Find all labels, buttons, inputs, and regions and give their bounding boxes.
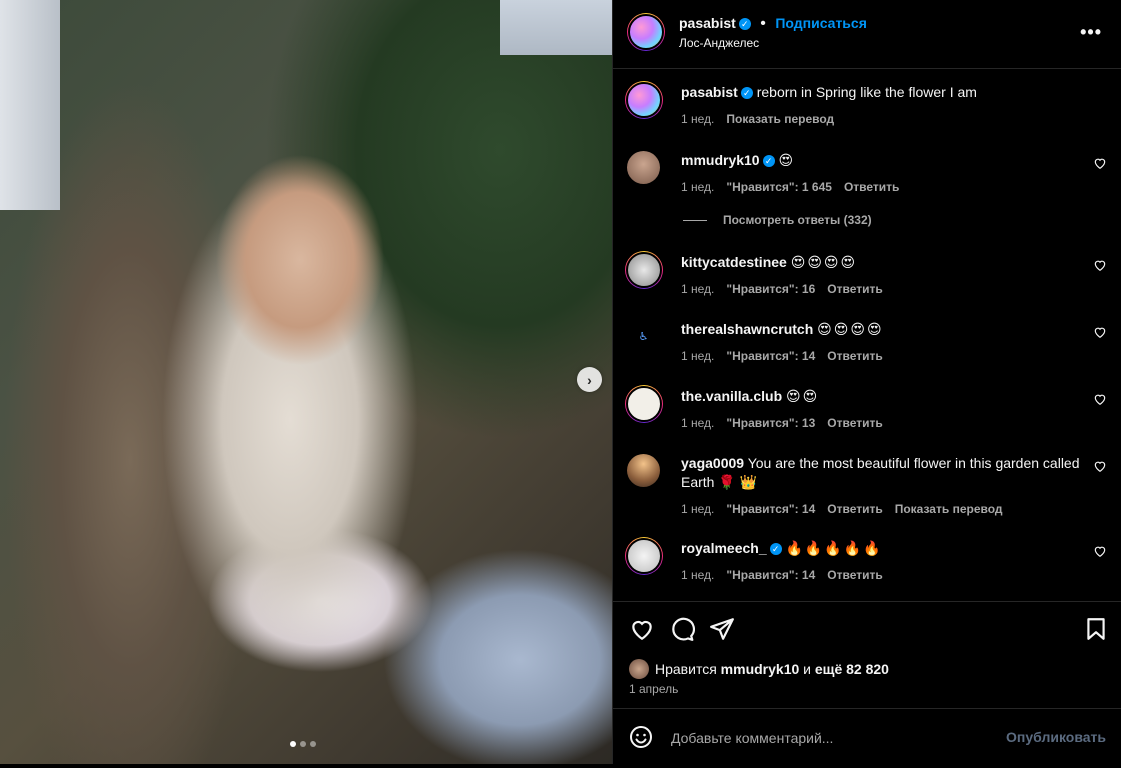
commenter-avatar[interactable] (627, 151, 660, 184)
likes-prefix: Нравится (655, 661, 717, 677)
likes-user[interactable]: mmudryk10 (721, 661, 800, 677)
comment-time[interactable]: 1 нед. (681, 180, 714, 194)
likes-count[interactable]: ещё 82 820 (815, 661, 889, 677)
reply-button[interactable]: Ответить (827, 282, 882, 296)
verified-badge-icon: ✓ (769, 543, 782, 556)
chevron-right-icon: › (587, 371, 592, 388)
separator-dot: • (760, 15, 766, 32)
post-panel: pasabist ✓ • Подписаться Лос-Анджелес •••… (612, 0, 1121, 764)
comment-username[interactable]: therealshawncrutch (681, 321, 813, 337)
more-options-icon[interactable]: ••• (1080, 22, 1102, 43)
reply-button[interactable]: Ответить (844, 180, 899, 194)
comment-username[interactable]: royalmeech_ (681, 540, 767, 556)
likes-summary[interactable]: Нравится mmudryk10 и ещё 82 820 (629, 659, 889, 679)
publish-button[interactable]: Опубликовать (1006, 729, 1106, 745)
caption-username[interactable]: pasabist (681, 84, 738, 100)
comment-time[interactable]: 1 нед. (681, 416, 714, 430)
view-replies-button[interactable]: Посмотреть ответы (332) (683, 213, 872, 227)
photo-sky (500, 0, 612, 55)
post-header: pasabist ✓ • Подписаться Лос-Анджелес ••• (613, 0, 1121, 69)
comment-username[interactable]: the.vanilla.club (681, 388, 782, 404)
comment-likes[interactable]: "Нравится": 14 (726, 568, 815, 582)
emoji-icon[interactable] (629, 725, 653, 749)
verified-badge-icon: ✓ (740, 87, 753, 100)
commenter-avatar[interactable] (625, 537, 663, 575)
follow-button[interactable]: Подписаться (775, 15, 867, 31)
comment-username[interactable]: kittycatdestinee (681, 254, 787, 270)
commenter-avatar[interactable] (627, 454, 660, 487)
comment-text: 🔥🔥🔥🔥🔥 (785, 540, 883, 556)
comment-input[interactable] (669, 725, 993, 751)
post-photo[interactable]: › (0, 0, 612, 764)
verified-badge-icon: ✓ (762, 155, 775, 168)
comment-time[interactable]: 1 нед. (681, 349, 714, 363)
heart-icon[interactable] (1093, 392, 1107, 406)
caption-text: reborn in Spring like the flower I am (756, 84, 977, 100)
heart-icon[interactable] (1093, 156, 1107, 170)
commenter-avatar[interactable] (625, 251, 663, 289)
comment-time[interactable]: 1 нед. (681, 282, 714, 296)
heart-icon[interactable] (1093, 325, 1107, 339)
carousel-dot (300, 741, 306, 747)
comment-composer: Опубликовать (613, 709, 1121, 764)
comment-text: 😍😍😍😍 (790, 254, 858, 270)
comment-likes[interactable]: "Нравится": 14 (726, 349, 815, 363)
heart-icon[interactable] (1093, 258, 1107, 272)
reply-button[interactable]: Ответить (827, 416, 882, 430)
comment-likes[interactable]: "Нравится": 13 (726, 416, 815, 430)
commenter-avatar[interactable]: ♿ (627, 320, 660, 353)
liker-avatar (629, 659, 649, 679)
comment-time[interactable]: 1 нед. (681, 502, 714, 516)
heart-icon[interactable] (1093, 544, 1107, 558)
comment-likes[interactable]: "Нравится": 1 645 (726, 180, 832, 194)
carousel-dots (290, 741, 316, 747)
reply-button[interactable]: Ответить (827, 568, 882, 582)
post-location[interactable]: Лос-Анджелес (679, 36, 759, 50)
bookmark-icon[interactable] (1083, 616, 1109, 642)
post-actions: Нравится mmudryk10 и ещё 82 820 1 апрель (613, 602, 1121, 709)
comment-text: 😍😍 (786, 388, 820, 404)
comment-username[interactable]: yaga0009 (681, 455, 744, 471)
heart-icon[interactable] (1093, 459, 1107, 473)
share-icon[interactable] (709, 616, 735, 642)
comment-text: 😍 (778, 152, 796, 168)
likes-middle: и (803, 661, 811, 677)
post-date[interactable]: 1 апрель (629, 682, 678, 696)
carousel-dot (290, 741, 296, 747)
caption-translate-link[interactable]: Показать перевод (726, 112, 834, 126)
comment-username[interactable]: mmudryk10 (681, 152, 760, 168)
carousel-dot (310, 741, 316, 747)
author-username[interactable]: pasabist (679, 15, 736, 31)
comment-text: 😍😍😍😍 (817, 321, 884, 337)
comment-likes[interactable]: "Нравится": 16 (726, 282, 815, 296)
carousel-next-button[interactable]: › (577, 367, 602, 392)
verified-badge-icon: ✓ (738, 17, 751, 30)
photo-house (0, 0, 60, 210)
comments-list[interactable]: pasabist ✓ reborn in Spring like the flow… (613, 69, 1121, 602)
author-avatar[interactable] (627, 13, 665, 51)
translate-link[interactable]: Показать перевод (895, 502, 1003, 516)
reply-button[interactable]: Ответить (827, 349, 882, 363)
caption-time[interactable]: 1 нед. (681, 112, 714, 126)
like-icon[interactable] (629, 616, 655, 642)
comment-likes[interactable]: "Нравится": 14 (726, 502, 815, 516)
comment-icon[interactable] (669, 616, 695, 642)
commenter-avatar[interactable] (625, 385, 663, 423)
comment-time[interactable]: 1 нед. (681, 568, 714, 582)
reply-button[interactable]: Ответить (827, 502, 882, 516)
